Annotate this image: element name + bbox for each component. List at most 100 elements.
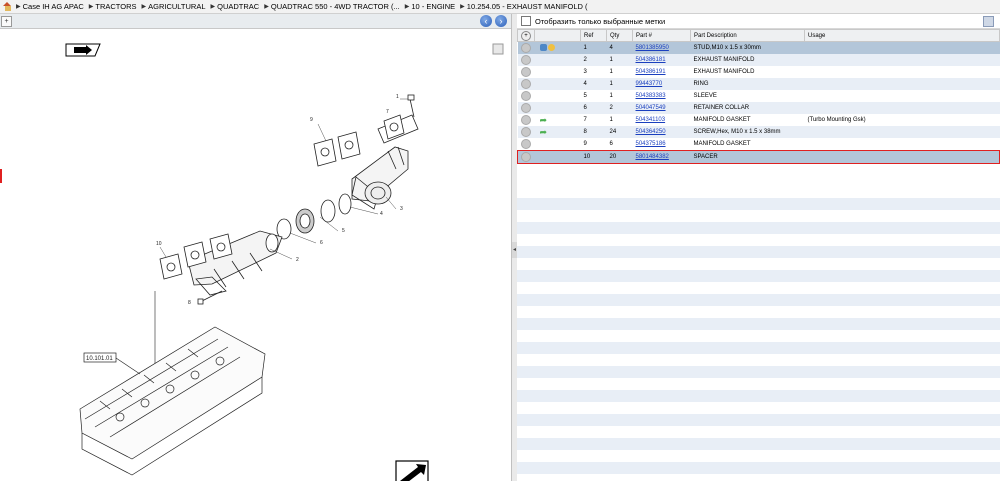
qty-cell: 4 (609, 45, 613, 51)
description-cell: SLEEVE (693, 93, 717, 99)
breadcrumb-label: TRACTORS (95, 2, 137, 11)
column-ref[interactable]: Ref (580, 29, 607, 42)
breadcrumb-item[interactable]: ▶ TRACTORS (89, 2, 137, 11)
note-icon[interactable] (547, 44, 555, 52)
next-arrow-icon[interactable]: › (495, 15, 507, 27)
part-number-link[interactable]: 504364250 (636, 129, 666, 135)
select-all-column[interactable]: + (517, 29, 535, 42)
breadcrumb-item[interactable]: ▶ 10.254.05 - EXHAUST MANIFOLD ( (460, 2, 587, 11)
add-all-icon[interactable]: + (521, 30, 531, 41)
ref-cell: 2 (583, 57, 587, 63)
column-description[interactable]: Part Description (690, 29, 805, 42)
table-row[interactable]: ➦ 8 24 504364250 SCREW,Hex, M10 x 1.5 x … (517, 126, 1000, 138)
breadcrumb: ▶ Case IH AG APAC ▶ TRACTORS ▶ AGRICULTURAL… (0, 0, 1000, 14)
part-number-link[interactable]: 504375186 (636, 141, 666, 147)
breadcrumb-item[interactable]: ▶ 10 - ENGINE (405, 2, 455, 11)
info-icon[interactable] (539, 44, 547, 52)
triangle-right-icon: ▶ (210, 4, 216, 10)
add-part-icon[interactable] (520, 55, 531, 65)
window-icon[interactable] (983, 16, 994, 27)
exploded-diagram[interactable]: 10.101.01 1 2 3 4 5 6 7 8 9 10 (0, 29, 511, 481)
show-selected-checkbox[interactable] (521, 16, 531, 26)
table-row[interactable]: 9 6 504375186 MANIFOLD GASKET (517, 138, 1000, 151)
triangle-right-icon: ▶ (460, 4, 465, 10)
section-label[interactable]: 10.101.01 (83, 352, 117, 363)
table-row[interactable]: 2 1 504386181 EXHAUST MANIFOLD (517, 54, 1000, 66)
part-number-link[interactable]: 504386191 (636, 69, 666, 75)
column-usage[interactable]: Usage (804, 29, 1000, 42)
zoom-icon[interactable]: + (1, 16, 12, 27)
breadcrumb-item[interactable]: ▶ QUADTRAC (211, 2, 260, 11)
qty-cell: 1 (609, 69, 613, 75)
part-number-link[interactable]: 5801385950 (636, 45, 669, 51)
part-number-link[interactable]: 504386181 (636, 57, 666, 63)
part-number-link[interactable]: 504341103 (636, 117, 666, 123)
qty-cell: 1 (609, 57, 613, 63)
part-number-link[interactable]: 5801484382 (636, 154, 669, 160)
callout-7[interactable]: 7 (386, 109, 389, 115)
ref-cell: 3 (583, 69, 587, 75)
table-header: + Ref Qty Part # Part Description Usage (517, 29, 1000, 42)
callout-5[interactable]: 5 (342, 228, 345, 234)
usage-cell (805, 78, 1000, 90)
manifold-upper (351, 114, 419, 210)
column-part-number[interactable]: Part # (632, 29, 691, 42)
replacement-arrow-icon[interactable]: ➦ (540, 115, 549, 125)
previous-arrow-icon[interactable]: ‹ (480, 15, 492, 27)
callout-10[interactable]: 10 (156, 241, 162, 247)
diagram-print-icon[interactable] (65, 43, 101, 57)
description-cell: RETAINER COLLAR (693, 105, 750, 111)
callout-8[interactable]: 8 (188, 300, 191, 306)
table-row[interactable]: 4 1 99443770 RING (517, 78, 1000, 90)
callout-4[interactable]: 4 (380, 211, 383, 217)
usage-cell: (Turbo Mounting Gsk) (807, 117, 866, 123)
breadcrumb-item[interactable]: ▶ AGRICULTURAL (142, 2, 206, 11)
add-part-icon[interactable] (520, 127, 531, 137)
description-cell: STUD,M10 x 1.5 x 30mm (693, 45, 761, 51)
ref-cell: 8 (583, 129, 587, 135)
diagram-corner-box[interactable] (492, 43, 504, 55)
part-number-link[interactable]: 504047549 (636, 105, 666, 111)
page-turn-icon[interactable] (395, 460, 429, 481)
table-row[interactable]: 6 2 504047549 RETAINER COLLAR (517, 102, 1000, 114)
callout-6[interactable]: 6 (320, 240, 323, 246)
ref-cell: 6 (583, 105, 587, 111)
callout-1[interactable]: 1 (396, 94, 399, 100)
callout-3[interactable]: 3 (400, 206, 403, 212)
ref-cell: 9 (583, 141, 587, 147)
table-row-highlighted[interactable]: 10 20 5801484382 SPACER (517, 150, 1000, 164)
add-part-icon[interactable] (520, 139, 531, 149)
breadcrumb-item[interactable]: ▶ Case IH AG APAC (16, 2, 84, 11)
ref-cell: 7 (583, 117, 587, 123)
usage-cell (805, 90, 1000, 102)
replacement-arrow-icon[interactable]: ➦ (540, 127, 549, 137)
qty-cell: 6 (609, 141, 613, 147)
breadcrumb-item[interactable]: ▶ QUADTRAC 550 - 4WD TRACTOR (... (264, 2, 400, 11)
table-row[interactable]: 5 1 504383383 SLEEVE (517, 90, 1000, 102)
breadcrumb-label: Case IH AG APAC (22, 2, 84, 11)
add-part-icon[interactable] (520, 115, 531, 125)
table-row[interactable]: 1 4 5801385950 STUD,M10 x 1.5 x 30mm (517, 41, 1000, 54)
show-selected-label[interactable]: Отобразить только выбранные метки (535, 17, 665, 26)
usage-cell (805, 126, 1000, 138)
breadcrumb-label: 10.254.05 - EXHAUST MANIFOLD ( (466, 2, 588, 11)
add-part-icon[interactable] (521, 152, 531, 162)
table-row[interactable]: 3 1 504386191 EXHAUST MANIFOLD (517, 66, 1000, 78)
column-icons (534, 29, 581, 42)
breadcrumb-label: QUADTRAC 550 - 4WD TRACTOR (... (270, 2, 400, 11)
part-number-link[interactable]: 504383383 (636, 93, 666, 99)
table-row[interactable]: ➦ 7 1 504341103 MANIFOLD GASKET (Turbo M… (517, 114, 1000, 126)
ring-sleeve (276, 193, 352, 240)
usage-cell (805, 102, 1000, 114)
callout-9[interactable]: 9 (310, 117, 313, 123)
add-part-icon[interactable] (520, 91, 531, 101)
add-part-icon[interactable] (520, 67, 531, 77)
ref-cell: 1 (583, 45, 587, 51)
part-number-link[interactable]: 99443770 (636, 81, 663, 87)
home-icon[interactable] (3, 2, 12, 11)
add-part-icon[interactable] (520, 103, 531, 113)
column-qty[interactable]: Qty (606, 29, 633, 42)
callout-2[interactable]: 2 (296, 257, 299, 263)
add-part-icon[interactable] (520, 79, 531, 89)
add-part-icon[interactable] (520, 43, 531, 53)
